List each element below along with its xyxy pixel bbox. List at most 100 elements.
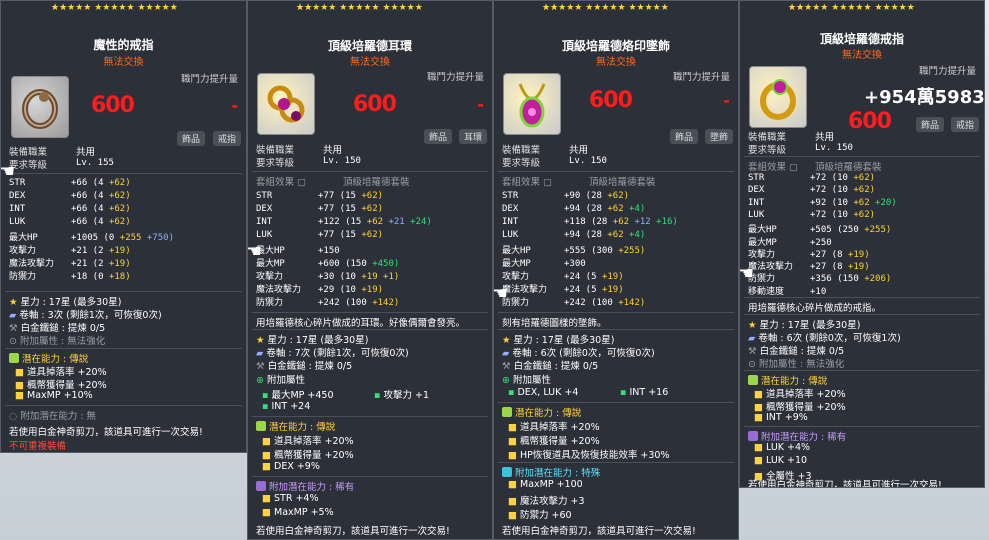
description: 用培羅德核心碎片做成的戒指。: [748, 303, 882, 314]
stat-bonus: +19): [601, 285, 624, 295]
description: 刻有培羅德圖樣的墜飾。: [502, 318, 607, 329]
stat-row: 最大HP +505 (250 +255): [748, 222, 891, 235]
legendary-badge-icon: [748, 375, 758, 385]
additional-potential-title: 附加潛在能力 : 稀有: [269, 482, 355, 493]
pendant-icon: [518, 83, 546, 128]
level-label: 要求等級: [748, 145, 787, 156]
addopt-text: 附加屬性 : 無法強化: [19, 336, 106, 347]
stat-row: STR +77 (15 +62): [256, 191, 383, 201]
divider: [5, 291, 242, 292]
tag-accessory: 飾品: [670, 129, 699, 144]
description: 用培羅德核心碎片做成的耳環。好像偶爾會發亮。: [256, 318, 466, 329]
stat-row: 攻擊力 +21 (2 +19): [9, 243, 131, 256]
stat-value: +66 (4: [71, 178, 104, 188]
ring-icon: [22, 89, 58, 129]
stat-row: 魔法攻擊力 +29 (10 +19): [256, 282, 383, 295]
stat-key: 最大MP: [502, 259, 531, 269]
tag-accessory: 飾品: [916, 117, 945, 132]
level-value: Lv. 150: [569, 156, 607, 166]
divider: [498, 329, 734, 330]
reequip-text: 不可重複裝備: [9, 441, 67, 452]
stat-key: INT: [256, 217, 273, 227]
divider: [252, 312, 488, 313]
potential-line: INT +9%: [766, 412, 808, 423]
power-value: 600: [353, 92, 397, 117]
item-tooltip-ring-1: ★★★★★ ★★★★★ ★★★★★ ★★ 魔性的戒指 無法交換 職鬥力提升量 6…: [0, 0, 247, 453]
stat-value: +555 (300: [564, 246, 613, 256]
stat-row: 魔法攻擊力 +24 (5 +19): [502, 282, 624, 295]
stat-bonus: +206): [864, 274, 892, 285]
scissors-text: 若使用白金神奇剪刀，該道具可進行一次交易!: [748, 480, 942, 488]
stat-key: 最大MP: [256, 259, 285, 269]
power-value: 600: [589, 88, 633, 113]
stat-value: +242 (100: [564, 298, 613, 308]
level-value: Lv. 150: [323, 156, 361, 166]
stat-key: LUK: [748, 209, 765, 220]
level-value: Lv. 150: [815, 143, 853, 153]
stat-bonus: +62): [853, 173, 876, 183]
set-value: 頂級培羅德套裝: [589, 177, 656, 188]
untradeable-label: 無法交換: [350, 57, 390, 68]
set-value: 頂級培羅德套裝: [815, 162, 882, 173]
stat-bonus: +450): [372, 259, 400, 269]
stat-row: STR +66 (4 +62): [9, 178, 131, 188]
potential-title: 潛在能力 : 傳說: [515, 408, 582, 419]
additional-potential-line: LUK +10: [766, 455, 808, 466]
divider: [744, 156, 980, 157]
stat-value: +18 (0: [71, 272, 104, 282]
stat-key: LUK: [502, 230, 519, 240]
power-increase-amount: +954萬5983: [864, 87, 985, 108]
stat-value: +92 (10: [810, 197, 848, 208]
stat-row: 防禦力 +18 (0 +18): [9, 269, 131, 282]
stat-value: +21 (2: [71, 246, 104, 256]
divider: [252, 329, 488, 330]
stat-value: +72 (10: [810, 209, 848, 220]
stat-value: +10: [810, 286, 827, 297]
stat-bonus: +255: [119, 233, 142, 243]
stat-bonus: +19): [108, 259, 131, 269]
rare-badge-icon: [256, 481, 266, 491]
stat-key: 防禦力: [748, 274, 776, 285]
stat-value: +118 (28: [564, 217, 608, 227]
stat-key: 魔法攻擊力: [256, 285, 302, 295]
stat-key: 攻擊力: [9, 246, 37, 256]
stat-value: +66 (4: [71, 217, 104, 227]
stat-key: 魔法攻擊力: [9, 259, 55, 269]
item-icon-box: [503, 73, 561, 135]
legendary-badge-icon: [9, 353, 19, 363]
stat-bonus: +19): [108, 246, 131, 256]
job-value: 共用: [76, 147, 96, 158]
stat-bonus: +62: [612, 217, 630, 227]
stat-row: LUK +77 (15 +62): [256, 230, 383, 240]
tag-pendant: 墜飾: [705, 129, 734, 144]
stat-row: LUK +72 (10 +62): [748, 210, 875, 220]
stat-row: LUK +66 (4 +62): [9, 217, 131, 227]
stat-value: +77 (15: [318, 204, 356, 214]
stat-bonus: +1): [383, 272, 400, 282]
addopt-line: DEX, LUK +4: [517, 387, 579, 398]
stat-key: 防禦力: [9, 272, 37, 282]
stat-key: DEX: [748, 185, 765, 196]
tag-ring: 戒指: [213, 131, 242, 146]
scissors-text: 若使用白金神奇剪刀，該道具可進行一次交易!: [9, 427, 203, 438]
potential-line: HP恢復道具及恢復技能效率 +30%: [520, 450, 670, 461]
item-tooltip-pendant: ★★★★★ ★★★★★ ★★★★★ ★★ 頂級培羅德烙印墜飾 無法交換 職鬥力提…: [493, 0, 739, 540]
stat-bonus: +62): [108, 178, 131, 188]
tag-earring: 耳環: [459, 129, 488, 144]
upgrade-label: 職鬥力提升量: [672, 72, 730, 83]
potential-line: 楓幣獲得量 +20%: [274, 450, 354, 461]
tag-accessory: 飾品: [177, 131, 206, 146]
stat-key: STR: [256, 191, 273, 201]
stat-row: INT +66 (4 +62): [9, 204, 131, 214]
stat-row: 防禦力 +356 (150 +206): [748, 271, 891, 284]
divider: [744, 297, 980, 298]
upgrade-label: 職鬥力提升量: [918, 66, 976, 77]
stat-value: +90 (28: [564, 191, 602, 201]
stat-row: DEX +66 (4 +62): [9, 191, 131, 201]
stat-key: STR: [9, 178, 26, 188]
stat-bonus: +62): [108, 204, 131, 214]
stat-bonus: +142): [618, 298, 646, 308]
stat-row: 攻擊力 +24 (5 +19): [502, 269, 624, 282]
stat-key: 最大MP: [748, 237, 777, 248]
legendary-badge-icon: [256, 421, 266, 431]
